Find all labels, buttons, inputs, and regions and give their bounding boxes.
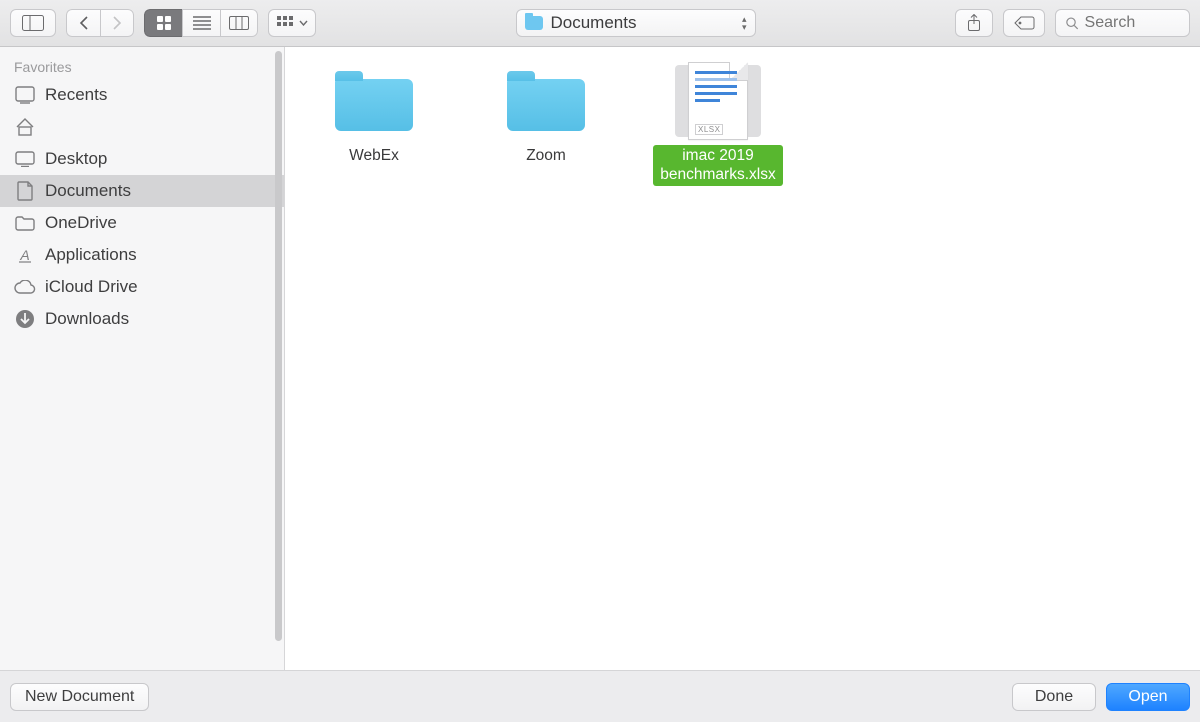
view-list-button[interactable] — [182, 9, 220, 37]
cloud-icon — [14, 280, 36, 294]
columns-icon — [229, 16, 249, 30]
search-icon — [1066, 16, 1079, 31]
search-input[interactable] — [1085, 14, 1179, 32]
sidebar-item-label: Documents — [45, 181, 131, 201]
nav-back-forward — [66, 9, 134, 37]
chevron-left-icon — [79, 16, 89, 30]
sidebar-item-icloud[interactable]: iCloud Drive — [0, 271, 284, 303]
downloads-icon — [14, 309, 36, 329]
sidebar-toggle-button[interactable] — [10, 9, 56, 37]
view-icons-button[interactable] — [144, 9, 182, 37]
open-button[interactable]: Open — [1106, 683, 1190, 711]
path-dropdown[interactable]: Documents ▴▾ — [516, 9, 756, 37]
folder-icon — [525, 16, 543, 30]
sidebar-item-label: OneDrive — [45, 213, 117, 233]
file-name: WebEx — [343, 145, 405, 166]
scrollbar-thumb[interactable] — [275, 51, 282, 641]
path-label: Documents — [551, 13, 637, 33]
sidebar-item-downloads[interactable]: Downloads — [0, 303, 284, 335]
folder-icon — [507, 71, 585, 131]
sidebar-item-home[interactable] — [0, 111, 284, 143]
footer: New Document Done Open — [0, 670, 1200, 722]
file-item-folder[interactable]: Zoom — [481, 65, 611, 186]
sidebar-item-label: Recents — [45, 85, 107, 105]
search-field[interactable] — [1055, 9, 1190, 37]
xlsx-file-icon: XLSX — [688, 62, 748, 140]
done-button[interactable]: Done — [1012, 683, 1096, 711]
path-stepper-icon: ▴▾ — [742, 16, 747, 31]
nav-forward-button[interactable] — [100, 9, 134, 37]
icon-grid-icon — [156, 15, 172, 31]
file-name: imac 2019 benchmarks.xlsx — [653, 145, 783, 186]
folder-icon — [335, 71, 413, 131]
file-extension-tag: XLSX — [695, 124, 723, 135]
desktop-icon — [14, 151, 36, 167]
sidebar-toggle-icon — [22, 15, 44, 31]
svg-text:A: A — [19, 247, 29, 263]
new-document-button[interactable]: New Document — [10, 683, 149, 711]
applications-icon: A — [14, 245, 36, 265]
file-item-folder[interactable]: WebEx — [309, 65, 439, 186]
sidebar-item-onedrive[interactable]: OneDrive — [0, 207, 284, 239]
share-button[interactable] — [955, 9, 993, 37]
sidebar-section-label: Favorites — [0, 57, 284, 79]
recents-icon — [14, 86, 36, 104]
group-icon — [277, 16, 297, 30]
file-name: Zoom — [520, 145, 572, 166]
group-by-button[interactable] — [268, 9, 316, 37]
tags-button[interactable] — [1003, 9, 1045, 37]
folder-icon — [14, 215, 36, 231]
tag-icon — [1013, 15, 1035, 31]
toolbar: Documents ▴▾ — [0, 0, 1200, 47]
file-browser: WebEx Zoom XLSX imac 2019 benchmarks.xls… — [285, 47, 1200, 670]
view-mode-segment — [144, 9, 258, 37]
home-icon — [14, 118, 36, 136]
sidebar-item-recents[interactable]: Recents — [0, 79, 284, 111]
sidebar-item-label: Applications — [45, 245, 137, 265]
sidebar-item-documents[interactable]: Documents — [0, 175, 284, 207]
sidebar-item-label: iCloud Drive — [45, 277, 138, 297]
sidebar: Favorites Recents Desktop Documents OneD… — [0, 47, 285, 670]
list-icon — [193, 16, 211, 30]
sidebar-scrollbar[interactable] — [273, 47, 284, 670]
sidebar-item-desktop[interactable]: Desktop — [0, 143, 284, 175]
documents-icon — [14, 181, 36, 201]
sidebar-item-applications[interactable]: A Applications — [0, 239, 284, 271]
share-icon — [967, 14, 981, 32]
chevron-right-icon — [112, 16, 122, 30]
sidebar-item-label: Downloads — [45, 309, 129, 329]
main: Favorites Recents Desktop Documents OneD… — [0, 47, 1200, 670]
view-columns-button[interactable] — [220, 9, 258, 37]
nav-back-button[interactable] — [66, 9, 100, 37]
sidebar-item-label: Desktop — [45, 149, 107, 169]
chevron-down-icon — [299, 20, 308, 26]
file-item-xlsx[interactable]: XLSX imac 2019 benchmarks.xlsx — [653, 65, 783, 186]
